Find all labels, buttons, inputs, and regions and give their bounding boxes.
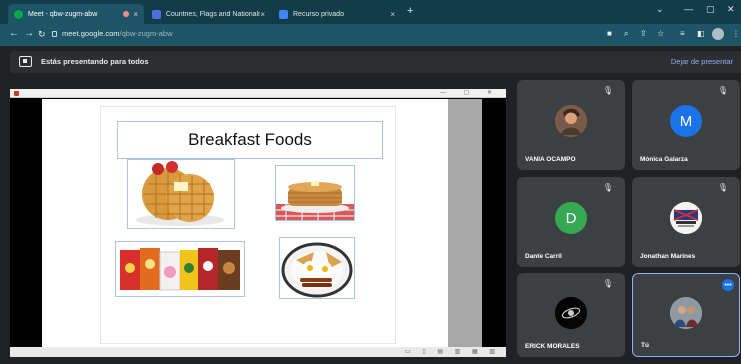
reading-list-icon[interactable]: ≡ — [680, 29, 685, 38]
mic-off-icon: 🎙 — [717, 86, 728, 95]
more-options-icon[interactable]: ••• — [722, 279, 734, 291]
address-bar: ← → ↻ meet.google.com/qbw-zugm-abw ■ ⌕ ⇪… — [0, 24, 741, 46]
close-window-icon[interactable]: ✕ — [727, 4, 735, 15]
participant-tile[interactable]: 🎙 ERICK MORALES — [517, 273, 625, 357]
maximize-icon[interactable]: ▢ — [706, 4, 715, 15]
slide: Breakfast Foods — [100, 106, 396, 344]
present-screen-icon — [19, 56, 32, 67]
tab-meet[interactable]: Meet - qbw-zugm-abw × — [8, 4, 144, 24]
url-field[interactable]: meet.google.com/qbw-zugm-abw — [62, 29, 172, 38]
avatar — [555, 105, 587, 137]
presenting-banner: Estás presentando para todos Dejar de pr… — [10, 51, 741, 73]
waffles-image — [127, 159, 235, 229]
meet-favicon-icon — [14, 9, 23, 19]
mic-off-icon: 🎙 — [602, 183, 613, 192]
camera-icon[interactable]: ■ — [607, 29, 612, 38]
tab-countries-close-icon[interactable]: × — [260, 10, 265, 19]
minimize-icon[interactable]: — — [684, 4, 693, 14]
participant-name: ERICK MORALES — [525, 343, 580, 350]
reload-icon[interactable]: ↻ — [38, 29, 46, 40]
tab-meet-close-icon[interactable]: × — [133, 10, 138, 19]
participant-tile-self[interactable]: ••• Tú — [632, 273, 740, 357]
flag-favicon-icon — [152, 9, 161, 19]
shared-window-statusbar: ▭ ▯ ▤ ▥ ▦ ▧ — [10, 347, 506, 357]
browser-tabstrip: Meet - qbw-zugm-abw × Countries, Flags a… — [0, 0, 741, 24]
tab-recurso-close-icon[interactable]: × — [390, 10, 395, 19]
slide-title: Breakfast Foods — [117, 121, 383, 159]
menu-kebab-icon[interactable]: ⋮ — [732, 29, 740, 38]
shared-window-titlebar: — ▢ ✕ — [10, 89, 506, 98]
participant-tile[interactable]: 🎙 D Dante Carril — [517, 177, 625, 267]
tab-meet-label: Meet - qbw-zugm-abw — [28, 10, 98, 18]
avatar: D — [555, 202, 587, 234]
participant-name: Tú — [641, 342, 649, 349]
shared-screen: — ▢ ✕ Breakfast Foods ▭ ▯ ▤ ▥ ▦ ▧ — [10, 89, 506, 357]
share-icon[interactable]: ⇪ — [640, 29, 647, 38]
breakfast-plate-image — [279, 237, 355, 299]
side-panel-icon[interactable]: ◧ — [697, 29, 705, 38]
avatar-initial: D — [565, 209, 577, 227]
participant-name: Dante Carril — [525, 253, 562, 260]
avatar-initial: M — [679, 112, 693, 130]
document-favicon-icon — [279, 9, 288, 19]
pancakes-image — [275, 165, 355, 221]
participant-name: VANIA OCAMPO — [525, 156, 576, 163]
participant-name: Jonathan Marines — [640, 253, 696, 260]
profile-avatar[interactable] — [712, 28, 724, 40]
url-path: /qbw-zugm-abw — [119, 29, 173, 38]
tab-search-chevron-icon[interactable]: ⌄ — [656, 4, 664, 15]
bookmark-star-icon[interactable]: ☆ — [657, 29, 664, 38]
tab-countries[interactable]: Countries, Flags and Nationaliti × — [146, 4, 271, 24]
tab-recurso[interactable]: Recurso privado × — [273, 4, 401, 24]
shared-window-side-panel — [448, 99, 482, 347]
lock-icon — [52, 31, 57, 37]
participant-name: Mónica Galarza — [640, 156, 688, 163]
zoom-icon[interactable]: ⌕ — [624, 29, 628, 39]
avatar — [670, 202, 702, 234]
recording-dot-icon — [123, 11, 130, 17]
tab-countries-label: Countries, Flags and Nationaliti — [165, 10, 261, 18]
view-controls-icons: ▭ ▯ ▤ ▥ ▦ ▧ — [405, 349, 500, 355]
participant-tile[interactable]: 🎙 M Mónica Galarza — [632, 80, 740, 170]
presenting-text: Estás presentando para todos — [41, 57, 149, 66]
mic-off-icon: 🎙 — [602, 86, 613, 95]
mic-off-icon: 🎙 — [602, 279, 613, 288]
avatar — [670, 297, 702, 329]
url-host: meet.google.com — [62, 29, 120, 38]
forward-arrow-icon[interactable]: → — [24, 28, 34, 39]
cereal-image — [115, 241, 245, 297]
avatar — [555, 297, 587, 329]
shared-window-controls: — ▢ ✕ — [439, 90, 500, 96]
stop-presenting-button[interactable]: Dejar de presentar — [671, 57, 733, 66]
avatar: M — [670, 105, 702, 137]
tab-recurso-label: Recurso privado — [293, 10, 344, 18]
back-arrow-icon[interactable]: ← — [9, 28, 19, 39]
participant-tile[interactable]: 🎙 VANIA OCAMPO — [517, 80, 625, 170]
slide-canvas: Breakfast Foods — [42, 99, 482, 347]
mic-off-icon: 🎙 — [717, 183, 728, 192]
participant-tile[interactable]: 🎙 Jonathan Marines — [632, 177, 740, 267]
powerpoint-icon — [14, 91, 19, 96]
new-tab-button[interactable]: + — [407, 5, 413, 17]
